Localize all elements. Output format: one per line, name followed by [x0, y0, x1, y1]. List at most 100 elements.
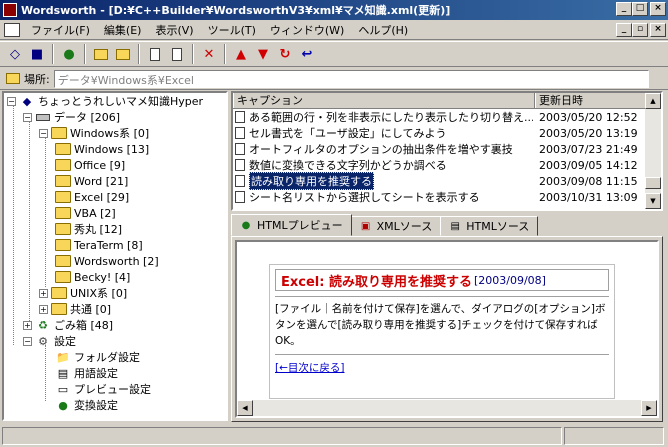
- tree-item-settings[interactable]: − ⚙ 設定: [23, 333, 76, 349]
- tree-item-preview-settings[interactable]: ▭ プレビュー設定: [55, 381, 151, 397]
- expand-icon[interactable]: +: [39, 288, 48, 298]
- tree-item-windows-13[interactable]: Windows [13]: [55, 141, 149, 157]
- preview-settings-icon: ▭: [57, 382, 69, 396]
- tree-item-hidemaru[interactable]: 秀丸 [12]: [55, 221, 122, 237]
- tab-xml-source[interactable]: ▣ XMLソース: [350, 216, 442, 236]
- mdi-restore-button[interactable]: ▫: [632, 23, 648, 37]
- list-scrollbar[interactable]: ▲ ▼: [645, 93, 661, 209]
- html-preview[interactable]: Excel: 読み取り専用を推奨する [2003/09/08] [ファイル｜名前…: [235, 240, 659, 418]
- folder-icon: [55, 175, 71, 187]
- move-down-icon[interactable]: ▼: [252, 43, 274, 65]
- preview-panel: Excel: 読み取り専用を推奨する [2003/09/08] [ファイル｜名前…: [231, 236, 663, 422]
- mdi-close-button[interactable]: ×: [650, 23, 666, 37]
- globe-icon[interactable]: ●: [58, 43, 80, 65]
- list-header: キャプション 更新日時: [233, 93, 661, 109]
- menu-window[interactable]: ウィンドウ(W): [263, 22, 351, 38]
- table-row[interactable]: セル書式を「ユーザ設定」にしてみよう 2003/05/20 13:19: [233, 125, 661, 141]
- settings-icon: ⚙: [38, 334, 48, 348]
- tag-icon[interactable]: ◇: [4, 43, 26, 65]
- tree-item-term-settings[interactable]: ▤ 用語設定: [55, 365, 118, 381]
- row-date: 2003/05/20 13:19: [539, 126, 638, 140]
- menu-edit[interactable]: 編集(E): [97, 22, 149, 38]
- maximize-button[interactable]: □: [632, 2, 648, 16]
- folder-icon: [51, 287, 67, 299]
- row-date: 2003/09/08 11:15: [539, 174, 638, 188]
- expand-icon[interactable]: +: [39, 304, 48, 314]
- undo-icon[interactable]: ↩: [296, 43, 318, 65]
- document-icon[interactable]: [4, 22, 20, 37]
- folder-icon: [55, 159, 71, 171]
- preview-hscrollbar[interactable]: ◀ ▶: [237, 400, 657, 416]
- tree-item-excel[interactable]: Excel [29]: [55, 189, 129, 205]
- row-caption: セル書式を「ユーザ設定」にしてみよう: [249, 127, 447, 140]
- column-updated[interactable]: 更新日時: [535, 93, 647, 108]
- collapse-icon[interactable]: −: [23, 112, 32, 122]
- column-caption[interactable]: キャプション: [233, 93, 535, 108]
- close-button[interactable]: ×: [650, 2, 666, 16]
- row-date: 2003/09/05 14:12: [539, 158, 638, 172]
- scroll-down-button[interactable]: ▼: [645, 193, 661, 209]
- folder-icon[interactable]: [112, 43, 134, 65]
- preview-heading: Excel: 読み取り専用を推奨する [2003/09/08]: [275, 269, 609, 291]
- tree-item-folder-settings[interactable]: 📁 フォルダ設定: [55, 349, 140, 365]
- folder-icon: [55, 255, 71, 267]
- tree-item-office[interactable]: Office [9]: [55, 157, 125, 173]
- folder-icon: [55, 271, 71, 283]
- entry-list[interactable]: キャプション 更新日時 ある範囲の行・列を非表示にしたり表示したり切り替え...…: [231, 91, 663, 211]
- table-row[interactable]: ある範囲の行・列を非表示にしたり表示したり切り替え... 2003/05/20 1…: [233, 109, 661, 125]
- scroll-up-button[interactable]: ▲: [645, 93, 661, 109]
- app-icon[interactable]: [3, 3, 17, 17]
- divider: [275, 354, 609, 355]
- collapse-icon[interactable]: −: [39, 128, 48, 138]
- collapse-icon[interactable]: −: [7, 96, 16, 106]
- minimize-button[interactable]: _: [616, 2, 632, 16]
- scroll-right-button[interactable]: ▶: [641, 400, 657, 416]
- location-input[interactable]: データ¥Windows系¥Excel: [53, 69, 649, 88]
- tree-item-trash[interactable]: + ♻ ごみ箱 [48]: [23, 317, 113, 333]
- tree-item-word[interactable]: Word [21]: [55, 173, 128, 189]
- properties-icon[interactable]: [166, 43, 188, 65]
- menu-tools[interactable]: ツール(T): [201, 22, 263, 38]
- tree-item-windows[interactable]: − Windows系 [0]: [39, 125, 149, 141]
- trash-icon: ♻: [38, 318, 48, 332]
- table-row[interactable]: オートフィルタのオプションの抽出条件を増やす裏技 2003/07/23 21:49: [233, 141, 661, 157]
- tree-item-vba[interactable]: VBA [2]: [55, 205, 116, 221]
- document-icon: [235, 143, 245, 155]
- tree-item-teraterm[interactable]: TeraTerm [8]: [55, 237, 143, 253]
- tree-item-root[interactable]: − ◆ ちょっとうれしいマメ知識Hyper: [7, 93, 203, 109]
- back-to-index-link[interactable]: [←目次に戻る]: [275, 360, 345, 375]
- menu-help[interactable]: ヘルプ(H): [351, 22, 415, 38]
- tab-html-preview[interactable]: ● HTMLプレビュー: [231, 214, 352, 236]
- folder-icon: [55, 223, 71, 235]
- collapse-icon[interactable]: −: [23, 336, 32, 346]
- toolbar-separator: [138, 44, 140, 64]
- tree-item-wordsworth[interactable]: Wordsworth [2]: [55, 253, 159, 269]
- new-document-icon[interactable]: [144, 43, 166, 65]
- new-folder-icon[interactable]: [90, 43, 112, 65]
- preview-body: [ファイル｜名前を付けて保存]を選んで、ダイアログの[オプション]ボタンを選んで…: [275, 303, 606, 347]
- save-icon[interactable]: ■: [26, 43, 48, 65]
- tree-item-convert-settings[interactable]: ● 変換設定: [55, 397, 118, 413]
- move-up-icon[interactable]: ▲: [230, 43, 252, 65]
- folder-tree[interactable]: − ◆ ちょっとうれしいマメ知識Hyper − データ [206] − Wind…: [2, 91, 228, 421]
- tree-item-becky[interactable]: Becky! [4]: [55, 269, 130, 285]
- tab-html-source[interactable]: ▤ HTMLソース: [440, 216, 539, 236]
- mdi-minimize-button[interactable]: _: [616, 23, 632, 37]
- row-caption: ある範囲の行・列を非表示にしたり表示したり切り替え...: [249, 111, 533, 124]
- menu-view[interactable]: 表示(V): [148, 22, 200, 38]
- tree-item-common[interactable]: + 共通 [0]: [39, 301, 111, 317]
- delete-icon[interactable]: ✕: [198, 43, 220, 65]
- row-date: 2003/05/20 12:52: [539, 110, 638, 124]
- table-row[interactable]: 数値に変換できる文字列かどうか調べる 2003/09/05 14:12: [233, 157, 661, 173]
- scroll-thumb[interactable]: [645, 177, 661, 189]
- row-caption: 数値に変換できる文字列かどうか調べる: [249, 159, 447, 172]
- table-row[interactable]: 読み取り専用を推奨する 2003/09/08 11:15: [233, 172, 661, 190]
- tree-item-data[interactable]: − データ [206]: [23, 109, 120, 125]
- tree-item-unix[interactable]: + UNIX系 [0]: [39, 285, 127, 301]
- expand-icon[interactable]: +: [23, 320, 32, 330]
- scroll-left-button[interactable]: ◀: [237, 400, 253, 416]
- refresh-icon[interactable]: ↻: [274, 43, 296, 65]
- table-row[interactable]: シート名リストから選択してシートを表示する 2003/10/31 13:09: [233, 189, 661, 205]
- menu-file[interactable]: ファイル(F): [24, 22, 97, 38]
- toolbar-separator: [224, 44, 226, 64]
